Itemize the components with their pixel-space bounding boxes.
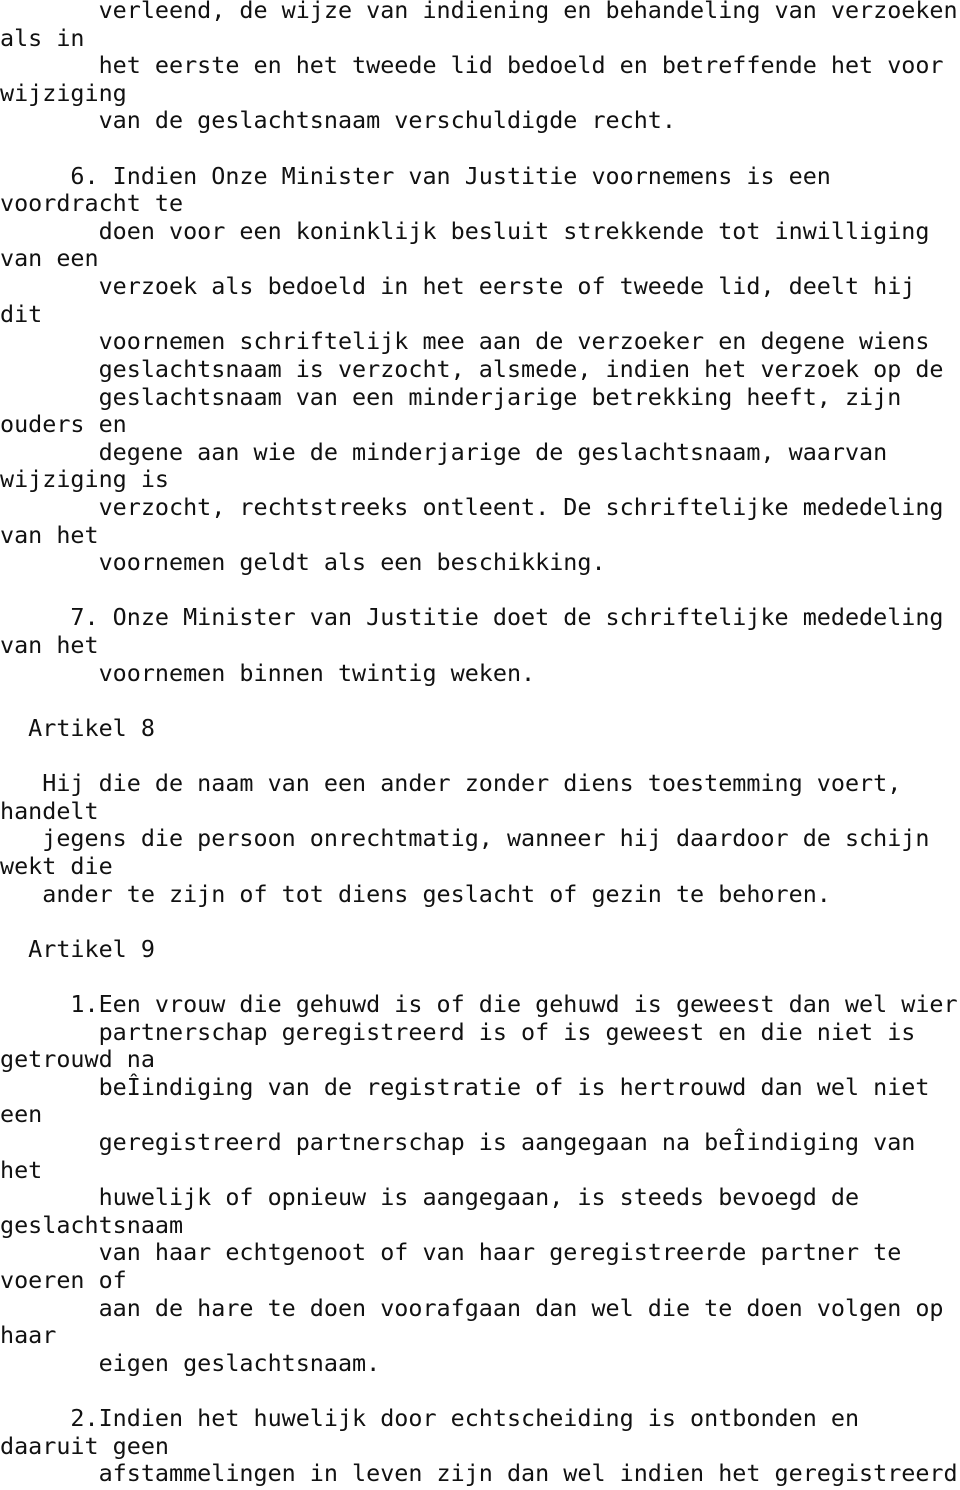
text-line: beÎindiging van de registratie of is her… bbox=[0, 1072, 930, 1101]
text-line: getrouwd na bbox=[0, 1045, 155, 1074]
paragraph-number-line: 6. Indien Onze Minister van Justitie voo… bbox=[0, 161, 831, 190]
text-line: haar bbox=[0, 1321, 57, 1350]
text-line: voordracht te bbox=[0, 189, 184, 218]
document-text: verleend, de wijze van indiening en beha… bbox=[0, 0, 960, 1488]
text-line: voeren of bbox=[0, 1266, 127, 1295]
text-line: voornemen geldt als een beschikking. bbox=[0, 548, 606, 577]
text-line: dit bbox=[0, 299, 43, 328]
text-line: het bbox=[0, 1155, 43, 1184]
text-line: verzocht, rechtstreeks ontleent. De schr… bbox=[0, 492, 944, 521]
text-line: huwelijk of opnieuw is aangegaan, is ste… bbox=[0, 1183, 860, 1212]
text-line: geregistreerd partnerschap is aangegaan … bbox=[0, 1127, 916, 1156]
text-line: ouders en bbox=[0, 410, 127, 439]
text-line: verleend, de wijze van indiening en beha… bbox=[0, 0, 958, 24]
text-line: degene aan wie de minderjarige de geslac… bbox=[0, 437, 888, 466]
text-line: van de geslachtsnaam verschuldigde recht… bbox=[0, 106, 676, 135]
text-line: een bbox=[0, 1100, 43, 1129]
text-line: afstammelingen in leven zijn dan wel ind… bbox=[0, 1459, 958, 1488]
text-line: geslachtsnaam van een minderjarige betre… bbox=[0, 382, 902, 411]
text-line: van het bbox=[0, 631, 99, 660]
text-line: jegens die persoon onrechtmatig, wanneer… bbox=[0, 824, 930, 853]
paragraph-number-line: 2.Indien het huwelijk door echtscheiding… bbox=[0, 1404, 860, 1433]
article-heading: Artikel 8 bbox=[0, 713, 155, 742]
text-line: handelt bbox=[0, 796, 99, 825]
text-line: wekt die bbox=[0, 851, 113, 880]
article-heading: Artikel 9 bbox=[0, 934, 155, 963]
text-line: als in bbox=[0, 23, 85, 52]
paragraph-number-line: 1.Een vrouw die gehuwd is of die gehuwd … bbox=[0, 989, 958, 1018]
text-line: wijziging is bbox=[0, 465, 169, 494]
text-line: van haar echtgenoot of van haar geregist… bbox=[0, 1238, 902, 1267]
text-line: verzoek als bedoeld in het eerste of twe… bbox=[0, 272, 916, 301]
text-line: doen voor een koninklijk besluit strekke… bbox=[0, 216, 930, 245]
text-line: van een bbox=[0, 244, 99, 273]
text-line: daaruit geen bbox=[0, 1431, 169, 1460]
paragraph-number-line: 7. Onze Minister van Justitie doet de sc… bbox=[0, 603, 944, 632]
text-line: van het bbox=[0, 520, 99, 549]
text-line: het eerste en het tweede lid bedoeld en … bbox=[0, 51, 944, 80]
text-line: voornemen schriftelijk mee aan de verzoe… bbox=[0, 327, 930, 356]
text-line: voornemen binnen twintig weken. bbox=[0, 658, 536, 687]
text-line: wijziging bbox=[0, 78, 127, 107]
text-line: ander te zijn of tot diens geslacht of g… bbox=[0, 879, 831, 908]
text-line: geslachtsnaam bbox=[0, 1210, 184, 1239]
text-line: aan de hare te doen voorafgaan dan wel d… bbox=[0, 1293, 944, 1322]
text-line: partnerschap geregistreerd is of is gewe… bbox=[0, 1017, 916, 1046]
text-line: eigen geslachtsnaam. bbox=[0, 1348, 381, 1377]
text-line: Hij die de naam van een ander zonder die… bbox=[0, 769, 902, 798]
text-line: geslachtsnaam is verzocht, alsmede, indi… bbox=[0, 354, 944, 383]
